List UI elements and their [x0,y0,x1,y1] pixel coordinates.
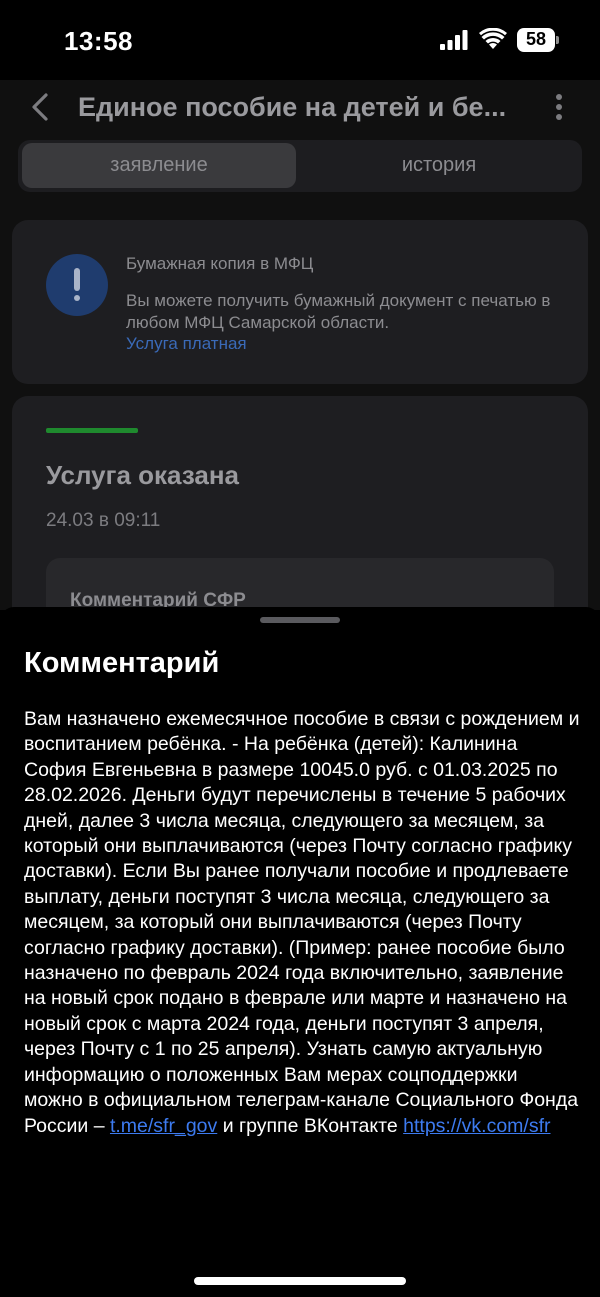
nav-header: Единое пособие на детей и бе... [0,80,600,136]
wifi-icon [479,28,507,49]
comment-body: Вам назначено ежемесячное пособие в связ… [24,708,580,1137]
comment-bottom-sheet: Комментарий Вам назначено ежемесячное по… [0,607,600,1297]
paper-copy-notice: Бумажная копия в МФЦ Вы можете получить … [12,220,588,384]
status-title: Услуга оказана [46,460,240,490]
background-screen: Единое пособие на детей и бе... заявлени… [0,80,600,656]
segmented-control: заявление история [18,140,582,192]
tab-application[interactable]: заявление [22,143,296,188]
sheet-drag-handle[interactable] [260,617,340,623]
paid-service-link[interactable]: Услуга платная [126,334,247,354]
status-bar: 13:58 58 [0,0,600,80]
battery-level: 58 [525,29,547,49]
comment-text: Вам назначено ежемесячное пособие в связ… [24,707,580,1139]
vk-link[interactable]: https://vk.com/sfr [403,1115,550,1137]
exclamation-icon [46,254,108,316]
notice-title: Бумажная копия в МФЦ [126,254,314,273]
cellular-signal-icon [440,30,468,50]
page-title: Единое пособие на детей и бе... [78,92,507,122]
tab-history[interactable]: история [300,143,578,188]
notice-text: Вы можете получить бумажный документ с п… [126,291,551,332]
status-date: 24.03 в 09:11 [46,510,161,531]
more-vertical-icon[interactable] [549,92,569,122]
back-chevron-icon[interactable] [28,92,52,122]
telegram-link[interactable]: t.me/sfr_gov [110,1115,217,1137]
home-indicator[interactable] [194,1277,406,1285]
battery-icon: 58 [517,28,559,52]
sheet-title: Комментарий [24,647,220,679]
status-time: 13:58 [64,26,133,56]
status-progress-bar [46,428,138,433]
comment-middle-text: и группе ВКонтакте [222,1114,398,1137]
